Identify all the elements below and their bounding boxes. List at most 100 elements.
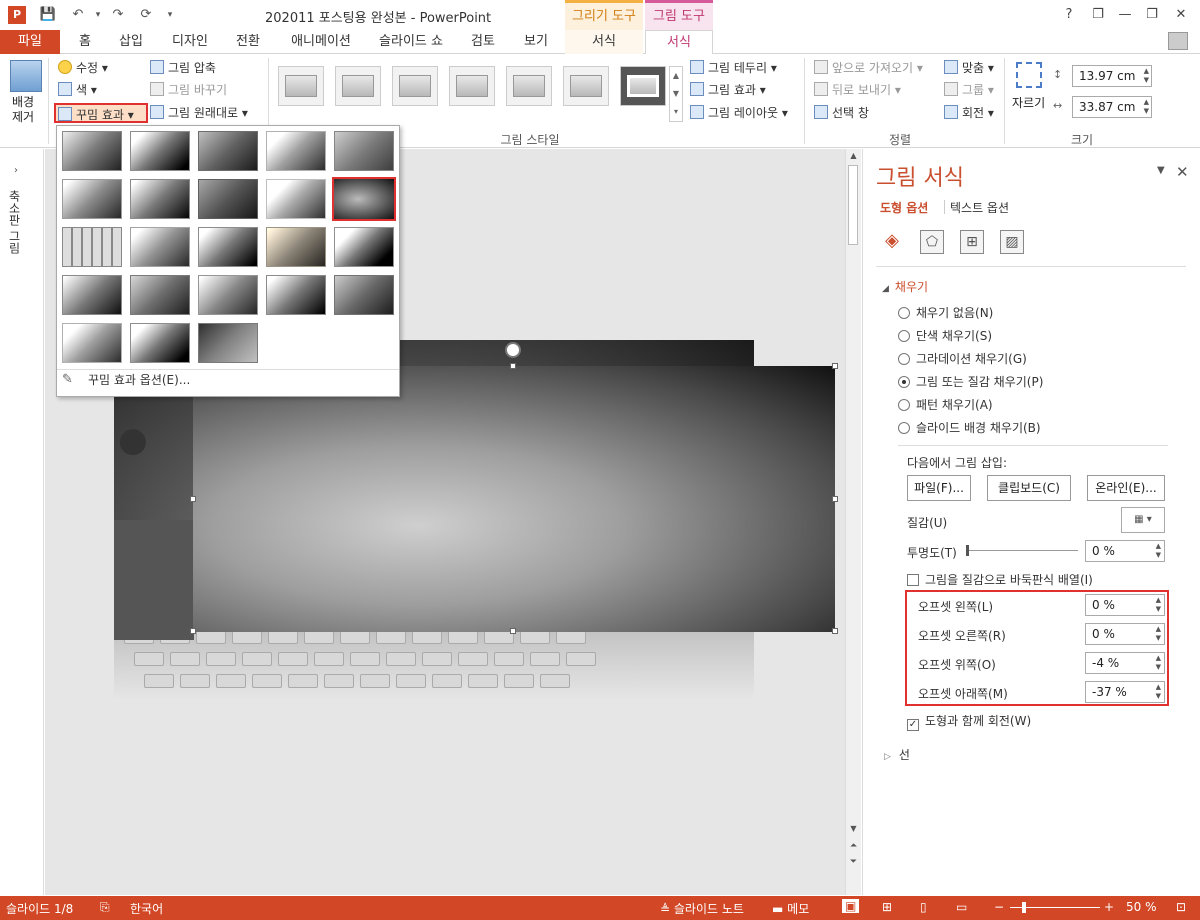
resize-handle[interactable] <box>190 628 196 634</box>
effect-thumb[interactable] <box>334 227 394 267</box>
pane-close-icon[interactable]: ✕ <box>1176 163 1189 181</box>
effect-thumb[interactable] <box>198 323 258 363</box>
effect-thumb[interactable] <box>130 179 190 219</box>
bring-forward-button[interactable]: 앞으로 가져오기 ▾ <box>814 58 923 78</box>
tab-file[interactable]: 파일 <box>0 30 60 54</box>
effect-thumb[interactable] <box>130 323 190 363</box>
artistic-effects-button[interactable]: 꾸밈 효과 ▾ <box>54 103 148 123</box>
crop-icon[interactable] <box>1016 62 1042 88</box>
transparency-input[interactable]: 0 % ▲ ▼ <box>1085 540 1165 562</box>
offset-left-input[interactable]: 0 % ▲ ▼ <box>1085 594 1165 616</box>
picture-style-thumb[interactable] <box>563 66 609 106</box>
effect-thumb[interactable] <box>198 275 258 315</box>
effect-thumb[interactable] <box>62 275 122 315</box>
undo-dropdown-icon[interactable]: ▾ <box>88 6 108 24</box>
rotate-handle-icon[interactable] <box>505 342 521 358</box>
effect-thumb[interactable] <box>266 227 326 267</box>
selected-blurred-picture[interactable] <box>193 366 835 632</box>
undo-icon[interactable]: ↶ <box>68 6 88 24</box>
language-indicator[interactable]: 한국어 <box>130 900 163 917</box>
transparency-slider[interactable] <box>966 550 1078 551</box>
effect-thumb[interactable] <box>266 131 326 171</box>
tab-shape-options[interactable]: 도형 옵션 <box>880 199 928 216</box>
tab-slideshow[interactable]: 슬라이드 쇼 <box>374 30 448 54</box>
resize-handle[interactable] <box>510 628 516 634</box>
thumbnails-label[interactable]: 축소판 그림 <box>6 190 23 254</box>
texture-picker-icon[interactable]: ▦ ▾ <box>1121 507 1165 533</box>
effect-thumb[interactable] <box>130 227 190 267</box>
selection-pane-button[interactable]: 선택 창 <box>814 103 869 123</box>
effect-thumb[interactable] <box>62 323 122 363</box>
effect-thumb[interactable] <box>198 131 258 171</box>
tab-picture-format[interactable]: 서식 <box>645 30 713 55</box>
offset-right-input[interactable]: 0 % ▲ ▼ <box>1085 623 1165 645</box>
powerpoint-app-icon[interactable]: P <box>8 6 26 24</box>
picture-icon[interactable]: ▨ <box>1000 230 1024 254</box>
effects-pentagon-icon[interactable]: ⬠ <box>920 230 944 254</box>
reading-view-icon[interactable]: ▯ <box>920 900 927 914</box>
remove-background-icon[interactable] <box>10 60 42 92</box>
close-button[interactable]: ✕ <box>1170 5 1192 25</box>
send-backward-button[interactable]: 뒤로 보내기 ▾ <box>814 80 901 100</box>
effect-thumb[interactable] <box>62 179 122 219</box>
fill-option-gradient[interactable]: 그라데이션 채우기(G) <box>898 350 1027 368</box>
compress-pictures-button[interactable]: 그림 압축 <box>150 58 216 78</box>
tab-transitions[interactable]: 전환 <box>230 30 266 54</box>
picture-style-thumb[interactable] <box>449 66 495 106</box>
tab-review[interactable]: 검토 <box>468 30 498 54</box>
remove-background-button[interactable]: 배경 제거 <box>12 95 34 125</box>
pane-options-icon[interactable]: ▼ <box>1157 165 1165 176</box>
fill-line-icon[interactable]: ◈ <box>880 230 904 254</box>
reset-picture-button[interactable]: 그림 원래대로 ▾ <box>150 103 248 123</box>
zoom-in-icon[interactable]: + <box>1104 900 1114 914</box>
minimize-button[interactable]: — <box>1114 5 1136 25</box>
insert-online-button[interactable]: 온라인(E)... <box>1087 475 1165 501</box>
corrections-button[interactable]: 수정 ▾ <box>58 58 108 78</box>
resize-handle[interactable] <box>832 628 838 634</box>
fill-section-header[interactable]: ◢ 채우기 <box>882 278 928 295</box>
user-avatar-icon[interactable] <box>1168 32 1188 50</box>
scroll-thumb[interactable] <box>848 165 858 245</box>
fill-option-pattern[interactable]: 패턴 채우기(A) <box>898 396 993 414</box>
resize-handle[interactable] <box>190 496 196 502</box>
ribbon-display-options-icon[interactable]: ❐ <box>1087 5 1109 25</box>
tab-animations[interactable]: 애니메이션 <box>284 30 358 54</box>
restore-button[interactable]: ❐ <box>1141 5 1163 25</box>
transparency-slider-thumb[interactable] <box>966 545 969 556</box>
resize-handle[interactable] <box>832 363 838 369</box>
rotate-button[interactable]: 회전 ▾ <box>944 103 994 123</box>
zoom-out-icon[interactable]: − <box>994 900 1004 914</box>
normal-view-icon[interactable]: ▣ <box>842 899 860 913</box>
tile-texture-checkbox[interactable]: 그림을 질감으로 바둑판식 배열(I) <box>907 571 1093 588</box>
slide-sorter-icon[interactable]: ⊞ <box>882 900 892 914</box>
notes-button[interactable]: ≜ 슬라이드 노트 <box>660 900 744 917</box>
picture-border-button[interactable]: 그림 테두리 ▾ <box>690 58 777 78</box>
width-input[interactable]: 33.87 cm ▲ ▼ <box>1072 96 1152 118</box>
fit-to-window-icon[interactable]: ⊡ <box>1176 900 1186 914</box>
tab-insert[interactable]: 삽입 <box>112 30 150 54</box>
effect-thumb[interactable] <box>266 275 326 315</box>
picture-style-thumb[interactable] <box>506 66 552 106</box>
effect-thumb[interactable] <box>130 131 190 171</box>
tab-design[interactable]: 디자인 <box>166 30 214 54</box>
effect-thumb[interactable] <box>266 179 326 219</box>
slideshow-view-icon[interactable]: ▭ <box>956 900 967 914</box>
tab-view[interactable]: 보기 <box>518 30 554 54</box>
fill-option-none[interactable]: 채우기 없음(N) <box>898 304 993 322</box>
expand-thumbnails-icon[interactable]: › <box>14 165 18 176</box>
customize-qat-icon[interactable]: ▾ <box>160 6 180 24</box>
effect-thumb[interactable] <box>334 131 394 171</box>
insert-file-button[interactable]: 파일(F)... <box>907 475 971 501</box>
crop-button[interactable]: 자르기 <box>1012 94 1045 111</box>
tab-home[interactable]: 홈 <box>70 30 100 54</box>
change-picture-button[interactable]: 그림 바꾸기 <box>150 80 227 100</box>
redo-icon[interactable]: ↷ <box>108 6 128 24</box>
picture-effects-button[interactable]: 그림 효과 ▾ <box>690 80 766 100</box>
tab-text-options[interactable]: 텍스트 옵션 <box>950 199 1009 216</box>
previous-slide-icon[interactable]: ⏶ <box>846 841 861 851</box>
save-icon[interactable]: 💾 <box>38 6 58 24</box>
picture-layout-button[interactable]: 그림 레이아웃 ▾ <box>690 103 788 123</box>
tab-drawing-format[interactable]: 서식 <box>565 30 643 54</box>
rotate-with-shape-checkbox[interactable]: ✓ 도형과 함께 회전(W) <box>907 712 1031 731</box>
custom-qat-icon[interactable]: ⟳ <box>136 6 156 24</box>
